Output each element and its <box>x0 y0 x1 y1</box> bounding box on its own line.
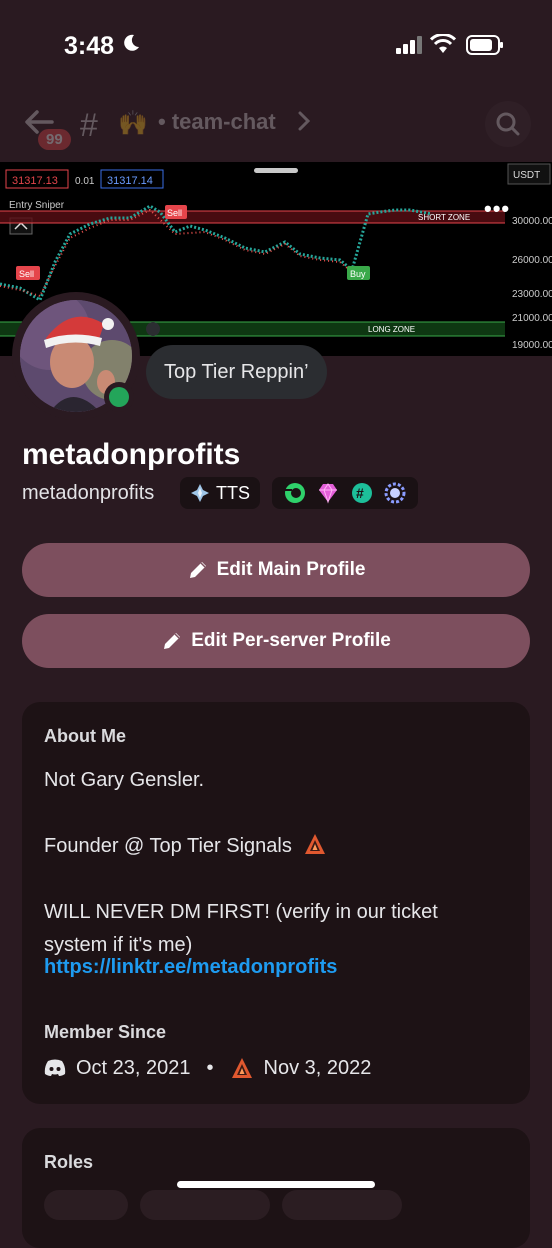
date-separator: • <box>206 1056 214 1079</box>
top-tier-signals-emoji-icon <box>305 834 325 854</box>
profile-badges[interactable]: # <box>272 477 418 509</box>
quest-badge-icon[interactable] <box>383 481 407 505</box>
edit-main-profile-label: Edit Main Profile <box>216 559 366 580</box>
server-icon <box>231 1058 252 1078</box>
unread-badge: 99 <box>38 129 71 150</box>
about-me-link[interactable]: https://linktr.ee/metadonprofits <box>44 956 337 979</box>
price-tick: 23000.00 <box>512 289 552 300</box>
sell-signal-1: Sell <box>19 269 34 279</box>
price-tick: 26000.00 <box>512 255 552 266</box>
battery-icon <box>466 35 503 55</box>
price-spread: 0.01 <box>75 176 95 187</box>
member-since-heading: Member Since <box>44 1022 167 1042</box>
display-name: metadonprofits <box>22 438 241 471</box>
member-since-row: Oct 23, 2021 • Nov 3, 2022 <box>44 1056 371 1080</box>
pencil-icon <box>189 562 206 578</box>
search-icon <box>496 112 520 136</box>
nitro-gem-badge-icon[interactable] <box>316 481 340 505</box>
long-zone-label: LONG ZONE <box>368 325 415 334</box>
clock: 3:48 <box>64 32 115 60</box>
roles-card: Roles <box>22 1128 530 1248</box>
online-status-indicator <box>104 382 134 412</box>
price-bid: 31317.14 <box>107 175 153 187</box>
discord-join-date: Oct 23, 2021 <box>76 1056 191 1079</box>
sell-signal-2: Sell <box>167 208 182 218</box>
about-me-bio: Not Gary Gensler. Founder @ Top Tier Sig… <box>44 769 438 956</box>
more-options-icon[interactable]: ••• <box>484 196 510 222</box>
channel-header: 99 # 🙌 • team-chat <box>0 95 552 155</box>
role-chip[interactable] <box>44 1190 128 1220</box>
tooltip-bubble-dot <box>146 322 160 336</box>
search-button[interactable] <box>485 101 531 147</box>
role-chip[interactable] <box>282 1190 402 1220</box>
channel-name[interactable]: • team-chat <box>158 109 276 135</box>
about-card: About Me Not Gary Gensler. Founder @ Top… <box>22 702 530 1104</box>
buy-signal: Buy <box>350 269 366 279</box>
username: metadonprofits <box>22 482 155 504</box>
server-tag-label: TTS <box>216 482 250 503</box>
server-booster-badge-icon[interactable]: # <box>350 481 374 505</box>
pencil-icon <box>164 633 181 649</box>
wifi-icon <box>430 34 456 53</box>
price-tick: 21000.00 <box>512 313 552 324</box>
server-tag-diamond-icon <box>191 484 209 502</box>
sheet-drag-handle[interactable] <box>254 168 298 173</box>
indicator-name: Entry Sniper <box>9 200 65 211</box>
role-chip[interactable] <box>140 1190 270 1220</box>
channel-name-label: team-chat <box>171 109 276 134</box>
price-tick: 19000.00 <box>512 340 552 351</box>
moon-icon <box>124 34 139 51</box>
channel-hash-icon: # <box>80 107 98 143</box>
discord-logo-icon <box>44 1059 66 1076</box>
currency-label: USDT <box>513 170 540 181</box>
channel-separator: • <box>158 109 166 134</box>
roles-heading: Roles <box>44 1152 94 1172</box>
about-me-heading: About Me <box>44 726 126 746</box>
price-ask: 31317.13 <box>12 175 58 187</box>
server-join-date: Nov 3, 2022 <box>263 1056 372 1079</box>
server-tag-chip[interactable]: TTS <box>180 477 260 509</box>
price-tick: 30000.00 <box>512 216 552 227</box>
svg-text:#: # <box>356 485 364 501</box>
short-zone-label: SHORT ZONE <box>418 213 470 222</box>
status-bar: 3:48 <box>0 0 552 90</box>
home-indicator[interactable] <box>177 1181 375 1188</box>
cellular-signal-icon <box>396 36 422 54</box>
edit-main-profile-button[interactable]: Edit Main Profile <box>22 543 530 597</box>
raised-hands-emoji-icon: 🙌 <box>118 110 148 137</box>
chevron-right-icon <box>298 111 310 131</box>
custom-status-bubble[interactable]: Top Tier Reppin’ <box>146 345 327 399</box>
edit-per-server-profile-label: Edit Per-server Profile <box>191 630 391 651</box>
edit-per-server-profile-button[interactable]: Edit Per-server Profile <box>22 614 530 668</box>
hypesquad-badge-icon[interactable] <box>283 481 307 505</box>
